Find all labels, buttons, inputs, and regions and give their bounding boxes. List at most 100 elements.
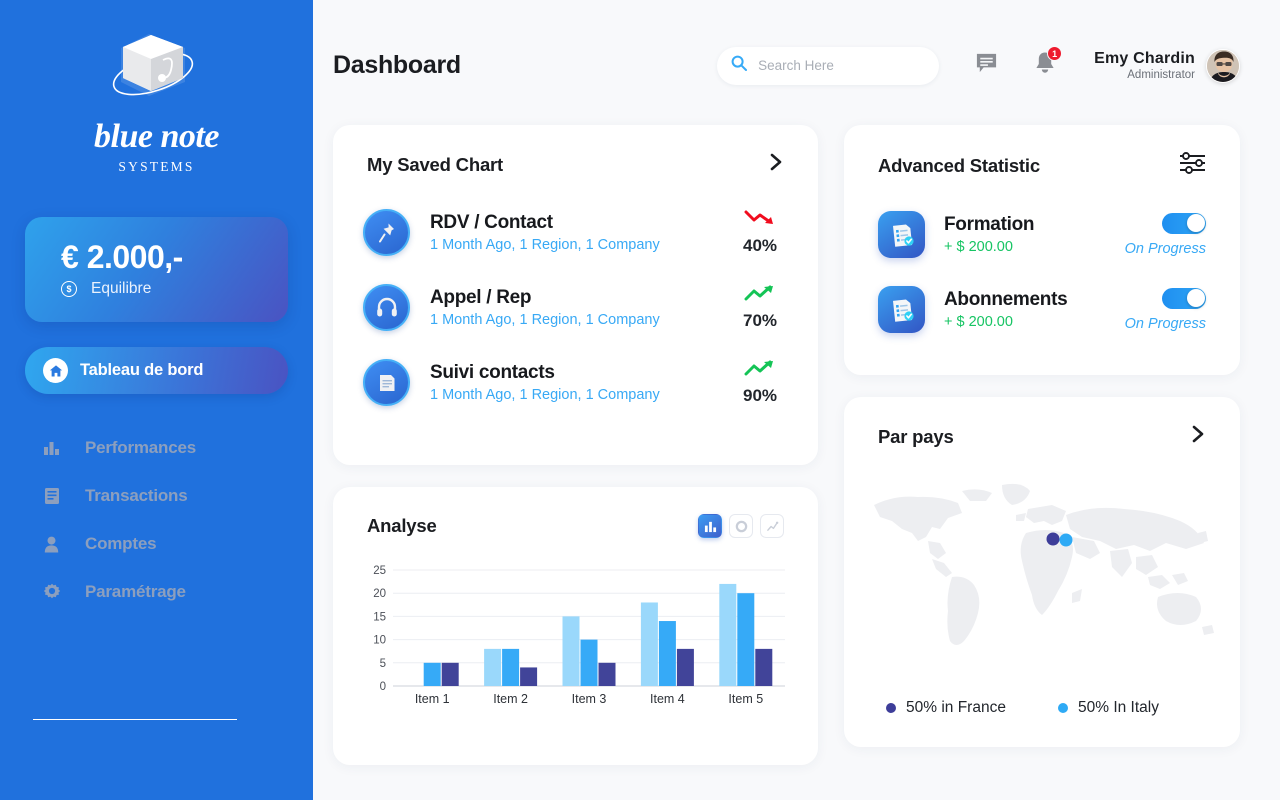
- brand-logo: blue note SYSTEMS: [0, 0, 313, 175]
- sidebar-item-performances[interactable]: Performances: [42, 436, 313, 460]
- map-dot-france: [1046, 532, 1060, 546]
- item-name: Abonnements: [944, 289, 1068, 310]
- right-column: Advanced Statistic Formation + $ 200.00 …: [844, 125, 1240, 765]
- topbar-actions: 1 Emy Chardin Administrator: [717, 46, 1240, 85]
- bar: [520, 667, 538, 686]
- chevron-right-icon[interactable]: [769, 152, 784, 177]
- user-menu[interactable]: Emy Chardin Administrator: [1094, 48, 1240, 83]
- bar: [737, 593, 755, 686]
- gear-icon: [42, 583, 61, 601]
- svg-text:15: 15: [373, 611, 386, 623]
- sidebar-item-label: Comptes: [85, 534, 157, 553]
- top-bar: Dashboard Search Here 1 Emy Chardin Admi…: [333, 0, 1240, 125]
- sidebar-item-label: Performances: [85, 438, 196, 457]
- sidebar-nav: Performances Transactions Comptes Paramé…: [0, 436, 313, 604]
- left-column: My Saved Chart RDV / Contact 1 Month Ago…: [333, 125, 818, 765]
- list-item[interactable]: Appel / Rep 1 Month Ago, 1 Region, 1 Com…: [363, 270, 788, 345]
- trend-up-icon: [744, 360, 776, 381]
- legend-item-italy: 50% In Italy: [1058, 699, 1159, 717]
- analyse-card: Analyse 0 5 10 15 20 25 Item 1 Item 2 It…: [333, 487, 818, 765]
- x-axis-tick-label: Item 2: [493, 692, 528, 706]
- item-percent: 70%: [742, 311, 778, 330]
- list-item[interactable]: Abonnements + $ 200.00 On Progress: [878, 272, 1206, 347]
- advanced-statistic-card: Advanced Statistic Formation + $ 200.00 …: [844, 125, 1240, 375]
- main-content: Dashboard Search Here 1 Emy Chardin Admi…: [313, 0, 1280, 800]
- analyse-bar-chart: 0 5 10 15 20 25 Item 1 Item 2 Item 3 Item 4 Item 5: [333, 538, 818, 717]
- svg-text:5: 5: [380, 658, 386, 670]
- bar: [484, 648, 502, 686]
- sidebar-divider: [33, 718, 237, 720]
- item-percent: 40%: [742, 236, 778, 255]
- map-legend: 50% in France 50% In Italy: [844, 699, 1240, 717]
- advanced-statistic-list: Formation + $ 200.00 On Progress Abonnem…: [844, 179, 1240, 347]
- chevron-right-icon[interactable]: [1191, 424, 1206, 449]
- sidebar-item-parametrage[interactable]: Paramétrage: [42, 580, 313, 604]
- headset-icon: [363, 284, 410, 331]
- checklist-doc-icon: [878, 286, 925, 333]
- x-axis-tick-label: Item 5: [728, 692, 763, 706]
- switch-knob: [1186, 214, 1205, 232]
- item-percent: 90%: [742, 386, 778, 405]
- brand-subtitle: SYSTEMS: [118, 159, 195, 174]
- bar: [640, 602, 658, 686]
- list-document-icon: [42, 487, 61, 505]
- toggle-switch[interactable]: [1162, 212, 1206, 234]
- page-title: Dashboard: [333, 51, 461, 79]
- sidebar-item-transactions[interactable]: Transactions: [42, 484, 313, 508]
- sidebar-item-comptes[interactable]: Comptes: [42, 532, 313, 556]
- list-item[interactable]: Suivi contacts 1 Month Ago, 1 Region, 1 …: [363, 345, 788, 420]
- bar: [676, 648, 694, 686]
- checklist-doc-icon: [878, 211, 925, 258]
- toggle-donut-chart[interactable]: [729, 514, 753, 538]
- bar: [598, 662, 616, 686]
- bar: [502, 648, 520, 686]
- sidebar-item-label: Paramétrage: [85, 582, 186, 601]
- search-box[interactable]: [717, 46, 940, 85]
- list-item[interactable]: Formation + $ 200.00 On Progress: [878, 197, 1206, 272]
- world-map: [844, 449, 1240, 659]
- dashboard-app: blue note SYSTEMS € 2.000,- $ Equilibre …: [0, 0, 1280, 800]
- list-item[interactable]: RDV / Contact 1 Month Ago, 1 Region, 1 C…: [363, 195, 788, 270]
- legend-label: 50% in France: [906, 699, 1006, 716]
- document-icon: [363, 359, 410, 406]
- legend-label: 50% In Italy: [1078, 699, 1159, 716]
- balance-label: Equilibre: [91, 280, 152, 298]
- dashboard-grid: My Saved Chart RDV / Contact 1 Month Ago…: [333, 125, 1240, 765]
- sidebar: blue note SYSTEMS € 2.000,- $ Equilibre …: [0, 0, 313, 800]
- toggle-switch[interactable]: [1162, 287, 1206, 309]
- search-icon: [731, 55, 748, 76]
- map-dot-italy: [1059, 533, 1073, 547]
- svg-text:10: 10: [373, 635, 386, 647]
- sidebar-active-label: Tableau de bord: [80, 361, 204, 379]
- svg-text:25: 25: [373, 565, 386, 577]
- notifications-button[interactable]: 1: [1034, 46, 1063, 80]
- chat-bubble-icon: [975, 52, 998, 80]
- avatar[interactable]: [1206, 48, 1240, 83]
- balance-amount: € 2.000,-: [61, 238, 183, 275]
- bar: [441, 662, 459, 686]
- item-name: RDV / Contact: [430, 212, 553, 233]
- bar: [719, 583, 737, 686]
- toggle-bar-chart[interactable]: [698, 514, 722, 538]
- notification-badge: 1: [1047, 46, 1063, 61]
- toggle-line-chart[interactable]: [760, 514, 784, 538]
- sidebar-item-label: Transactions: [85, 486, 188, 505]
- item-amount: + $ 200.00: [944, 239, 1013, 255]
- svg-text:20: 20: [373, 588, 386, 600]
- sidebar-item-tableau-de-bord[interactable]: Tableau de bord: [25, 347, 288, 394]
- status-badge: On Progress: [1124, 315, 1206, 332]
- bar: [755, 648, 773, 686]
- bar: [423, 662, 441, 686]
- world-map-graphic: [874, 483, 1214, 645]
- svg-text:0: 0: [380, 681, 386, 693]
- balance-card[interactable]: € 2.000,- $ Equilibre: [25, 217, 288, 322]
- cube-orbit-logo-icon: [101, 26, 213, 112]
- switch-knob: [1186, 289, 1205, 307]
- messages-button[interactable]: [975, 52, 998, 80]
- search-input[interactable]: [758, 58, 919, 73]
- sliders-icon[interactable]: [1179, 152, 1206, 179]
- chart-type-toggles: [698, 514, 784, 538]
- item-amount: + $ 200.00: [944, 314, 1013, 330]
- pushpin-icon: [363, 209, 410, 256]
- trend-up-icon: [744, 285, 776, 306]
